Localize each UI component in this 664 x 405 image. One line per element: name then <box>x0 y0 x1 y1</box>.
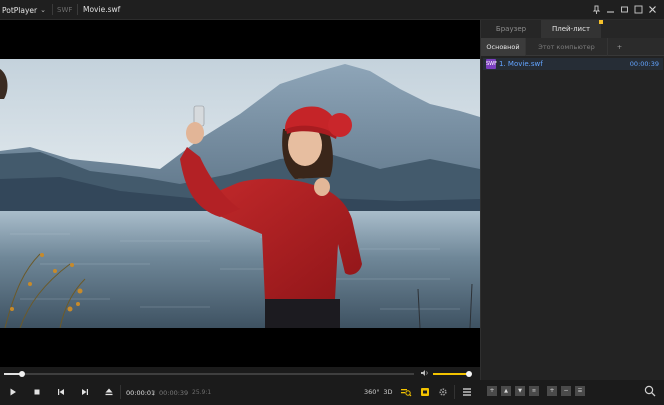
move-up-icon[interactable]: ▲ <box>501 386 511 396</box>
next-icon[interactable] <box>78 385 92 399</box>
volume-slider[interactable] <box>433 371 473 377</box>
video-area[interactable] <box>0 20 480 367</box>
pin-icon[interactable] <box>591 4 602 15</box>
time-separator: / <box>153 389 156 397</box>
add-playlist-button[interactable]: + <box>607 38 631 56</box>
tab-playlist[interactable]: Плей-лист <box>541 20 601 38</box>
playlist-panel: Браузер Плей-лист Основной Этот компьюте… <box>480 20 664 397</box>
playlist-item-name: 1. Movie.swf <box>499 60 543 68</box>
subtitle-search-icon[interactable] <box>399 385 413 399</box>
capture-icon[interactable] <box>418 385 432 399</box>
maximize-icon[interactable] <box>633 4 644 15</box>
playlist-subtabs: Основной Этот компьютер + <box>481 38 664 56</box>
title-divider <box>52 4 53 15</box>
frame-info: 25.9:1 <box>192 389 212 396</box>
3d-button[interactable]: 3D <box>383 386 393 398</box>
play-icon[interactable] <box>6 385 20 399</box>
list-options-icon[interactable]: ☰ <box>575 386 585 396</box>
volume-level <box>433 373 470 375</box>
seek-handle[interactable] <box>19 371 26 377</box>
restore-icon[interactable] <box>619 4 630 15</box>
volume-handle[interactable] <box>466 371 473 377</box>
subtab-main[interactable]: Основной <box>481 38 525 56</box>
eject-icon[interactable] <box>102 385 116 399</box>
app-menu-button[interactable]: PotPlayer ⌄ <box>2 3 52 17</box>
vr-360-button[interactable]: 360° <box>364 386 380 398</box>
add-icon[interactable]: + <box>547 386 557 396</box>
control-bar: 00:00:01 / 00:00:39 25.9:1 360° 3D <box>0 380 480 404</box>
playlist-item[interactable]: SWF 1. Movie.swf 00:00:39 <box>483 58 663 70</box>
volume-icon[interactable] <box>421 369 429 377</box>
subtab-this-computer[interactable]: Этот компьютер <box>525 38 607 56</box>
move-bottom-icon[interactable]: ≡ <box>529 386 539 396</box>
playlist-item-duration: 00:00:39 <box>629 60 659 68</box>
swf-file-icon: SWF <box>486 59 497 69</box>
panel-tabs: Браузер Плей-лист <box>481 20 664 38</box>
seek-bar[interactable] <box>4 371 414 377</box>
total-time: 00:00:39 <box>159 389 189 397</box>
previous-icon[interactable] <box>54 385 68 399</box>
menu-icon[interactable] <box>460 385 474 399</box>
playlist-toolbar: + ▲ ▼ ≡ + − ☰ <box>481 382 664 404</box>
add-file-icon[interactable]: + <box>487 386 497 396</box>
settings-gear-icon[interactable] <box>436 385 450 399</box>
title-bar: PotPlayer ⌄ SWF Movie.swf <box>0 0 664 20</box>
move-down-icon[interactable]: ▼ <box>515 386 525 396</box>
title-divider <box>77 4 78 15</box>
tab-browser[interactable]: Браузер <box>481 20 541 38</box>
format-label: SWF <box>57 6 73 14</box>
close-icon[interactable] <box>647 4 658 15</box>
control-divider <box>120 385 121 399</box>
video-frame <box>0 59 480 328</box>
current-time: 00:00:01 <box>126 389 156 397</box>
stop-icon[interactable] <box>30 385 44 399</box>
tab-marker <box>599 20 603 24</box>
window-title: Movie.swf <box>83 5 121 14</box>
minimize-icon[interactable] <box>605 4 616 15</box>
remove-icon[interactable]: − <box>561 386 571 396</box>
control-divider <box>454 385 455 399</box>
search-icon[interactable] <box>643 384 657 398</box>
app-name: PotPlayer <box>2 5 38 15</box>
chevron-down-icon: ⌄ <box>40 6 46 14</box>
